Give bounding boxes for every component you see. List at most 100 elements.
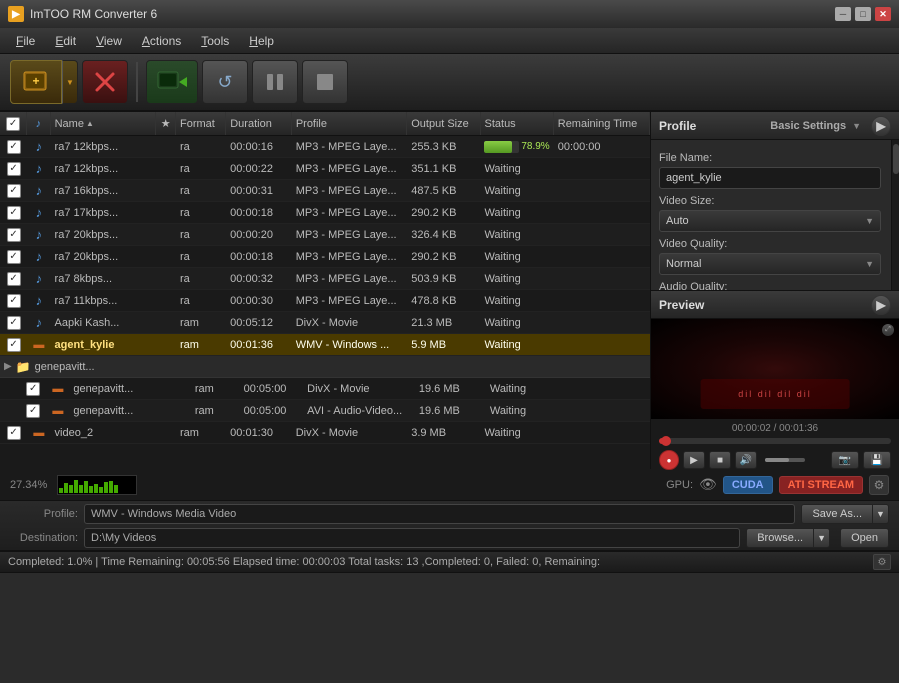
file-name-input[interactable] bbox=[659, 167, 881, 189]
profile-title: Profile bbox=[659, 119, 696, 133]
profile-nav-button[interactable]: ▶ bbox=[871, 116, 891, 136]
browse-dropdown[interactable]: ▼ bbox=[814, 528, 830, 548]
duration-cell: 00:00:22 bbox=[226, 163, 292, 175]
screenshot-icon: 📷 bbox=[839, 455, 851, 466]
list-item[interactable]: ♪ ra7 12kbps... ra 00:00:22 MP3 - MPEG L… bbox=[0, 158, 650, 180]
preview-panel-header: Preview ▶ bbox=[651, 291, 899, 319]
header-status[interactable]: Status bbox=[481, 112, 554, 135]
header-duration[interactable]: Duration bbox=[226, 112, 292, 135]
list-item[interactable]: ♪ ra7 12kbps... ra 00:00:16 MP3 - MPEG L… bbox=[0, 136, 650, 158]
list-item[interactable]: ♪ ra7 8kbps... ra 00:00:32 MP3 - MPEG La… bbox=[0, 268, 650, 290]
menu-edit[interactable]: Edit bbox=[45, 31, 86, 51]
list-item[interactable]: ♪ ra7 20kbps... ra 00:00:20 MP3 - MPEG L… bbox=[0, 224, 650, 246]
video-size-select[interactable]: Auto ▼ bbox=[659, 210, 881, 232]
add-file-button[interactable]: + bbox=[10, 60, 62, 104]
preview-rewind-button[interactable]: ● bbox=[659, 450, 679, 470]
preview-time-display: 00:00:02 / 00:01:36 bbox=[659, 423, 891, 434]
preview-stop-button[interactable]: ■ bbox=[709, 451, 731, 469]
status-settings-button[interactable]: ⚙ bbox=[873, 554, 891, 570]
format-cell: ram bbox=[176, 427, 226, 439]
row-checkbox[interactable] bbox=[7, 162, 21, 176]
menu-tools[interactable]: Tools bbox=[191, 31, 239, 51]
maximize-button[interactable]: □ bbox=[855, 7, 871, 21]
status-text: Completed: 1.0% | Time Remaining: 00:05:… bbox=[8, 556, 869, 568]
list-item[interactable]: ♪ ra7 20kbps... ra 00:00:18 MP3 - MPEG L… bbox=[0, 246, 650, 268]
list-item[interactable]: ▬ video_2 ram 00:01:30 DivX - Movie 3.9 … bbox=[0, 422, 650, 444]
list-item[interactable]: ▬ agent_kylie ram 00:01:36 WMV - Windows… bbox=[0, 334, 650, 356]
duration-cell: 00:05:12 bbox=[226, 317, 292, 329]
pause-button[interactable] bbox=[252, 60, 298, 104]
stop-button[interactable] bbox=[302, 60, 348, 104]
collapse-icon[interactable]: ▶ bbox=[0, 361, 16, 372]
settings-dropdown-icon[interactable]: ▼ bbox=[852, 121, 861, 131]
row-checkbox[interactable] bbox=[7, 426, 21, 440]
volume-slider[interactable] bbox=[765, 458, 805, 462]
preview-progress-bar[interactable] bbox=[659, 438, 891, 444]
menu-actions[interactable]: Actions bbox=[132, 31, 191, 51]
row-checkbox[interactable] bbox=[7, 140, 21, 154]
row-checkbox[interactable] bbox=[7, 206, 21, 220]
status-bar: Completed: 1.0% | Time Remaining: 00:05:… bbox=[0, 551, 899, 573]
menu-view[interactable]: View bbox=[86, 31, 132, 51]
close-button[interactable]: ✕ bbox=[875, 7, 891, 21]
video-quality-select[interactable]: Normal ▼ bbox=[659, 253, 881, 275]
cuda-badge[interactable]: CUDA bbox=[723, 476, 773, 494]
ati-badge[interactable]: ATI STREAM bbox=[779, 476, 863, 494]
convert-button[interactable] bbox=[146, 60, 198, 104]
preview-nav-button[interactable]: ▶ bbox=[871, 295, 891, 315]
format-cell: ra bbox=[176, 207, 226, 219]
list-item[interactable]: ▬ genepavitt... ram 00:05:00 DivX - Movi… bbox=[0, 378, 650, 400]
header-output-size[interactable]: Output Size bbox=[407, 112, 480, 135]
save-icon: 💾 bbox=[871, 455, 883, 466]
row-checkbox[interactable] bbox=[7, 184, 21, 198]
header-format[interactable]: Format bbox=[176, 112, 226, 135]
add-dropdown-button[interactable]: ▼ bbox=[62, 60, 78, 104]
gpu-label: GPU: bbox=[666, 479, 693, 491]
cpu-bar-area: 27.34% GPU: 👁 CUDA ATI STREAM ⚙ bbox=[0, 469, 899, 501]
row-checkbox[interactable] bbox=[7, 228, 21, 242]
preview-play-button[interactable]: ▶ bbox=[683, 451, 705, 469]
delete-button[interactable] bbox=[82, 60, 128, 104]
file-list-body[interactable]: ♪ ra7 12kbps... ra 00:00:16 MP3 - MPEG L… bbox=[0, 136, 650, 469]
profile-value-text: WMV - Windows Media Video bbox=[91, 508, 236, 520]
profile-cell: MP3 - MPEG Laye... bbox=[292, 273, 407, 285]
list-item[interactable]: ♪ ra7 16kbps... ra 00:00:31 MP3 - MPEG L… bbox=[0, 180, 650, 202]
list-item[interactable]: ♪ ra7 11kbps... ra 00:00:30 MP3 - MPEG L… bbox=[0, 290, 650, 312]
header-check[interactable] bbox=[0, 112, 27, 135]
preview-volume-button[interactable]: 🔊 bbox=[735, 451, 757, 469]
file-name: ra7 8kbps... bbox=[51, 273, 157, 285]
minimize-button[interactable]: ─ bbox=[835, 7, 851, 21]
preview-panel: Preview ▶ dil dil dil dil ⤢ 00:00:02 / 0… bbox=[651, 290, 899, 469]
group-name: genepavitt... bbox=[31, 361, 95, 373]
row-checkbox[interactable] bbox=[7, 338, 21, 352]
refresh-button[interactable]: ↺ bbox=[202, 60, 248, 104]
save-as-dropdown[interactable]: ▼ bbox=[873, 504, 889, 524]
preview-screenshot-button[interactable]: 📷 bbox=[831, 451, 859, 469]
header-remaining[interactable]: Remaining Time bbox=[554, 112, 650, 135]
header-name[interactable]: Name ▲ bbox=[51, 112, 157, 135]
row-checkbox[interactable] bbox=[7, 272, 21, 286]
cpu-bar bbox=[114, 485, 118, 492]
row-checkbox[interactable] bbox=[26, 404, 40, 418]
header-profile[interactable]: Profile bbox=[292, 112, 407, 135]
preview-fullscreen-btn[interactable]: ⤢ bbox=[882, 324, 894, 336]
save-as-button[interactable]: Save As... bbox=[801, 504, 873, 524]
select-all-checkbox[interactable] bbox=[6, 117, 20, 131]
open-button[interactable]: Open bbox=[840, 528, 889, 548]
list-item[interactable]: ♪ Aapki Kash... ram 00:05:12 DivX - Movi… bbox=[0, 312, 650, 334]
preview-save-button[interactable]: 💾 bbox=[863, 451, 891, 469]
gpu-settings-button[interactable]: ⚙ bbox=[869, 475, 889, 495]
profile-scrollbar[interactable] bbox=[891, 140, 899, 290]
list-item[interactable]: ▬ genepavitt... ram 00:05:00 AVI - Audio… bbox=[0, 400, 650, 422]
list-item[interactable]: ♪ ra7 17kbps... ra 00:00:18 MP3 - MPEG L… bbox=[0, 202, 650, 224]
stop-icon: ■ bbox=[717, 455, 723, 466]
format-cell: ra bbox=[176, 295, 226, 307]
row-checkbox[interactable] bbox=[7, 294, 21, 308]
row-checkbox[interactable] bbox=[26, 382, 40, 396]
row-checkbox[interactable] bbox=[7, 316, 21, 330]
menu-help[interactable]: Help bbox=[239, 31, 284, 51]
menu-file[interactable]: File bbox=[6, 31, 45, 51]
row-checkbox[interactable] bbox=[7, 250, 21, 264]
group-row[interactable]: ▶ 📁 genepavitt... bbox=[0, 356, 650, 378]
browse-button[interactable]: Browse... bbox=[746, 528, 814, 548]
